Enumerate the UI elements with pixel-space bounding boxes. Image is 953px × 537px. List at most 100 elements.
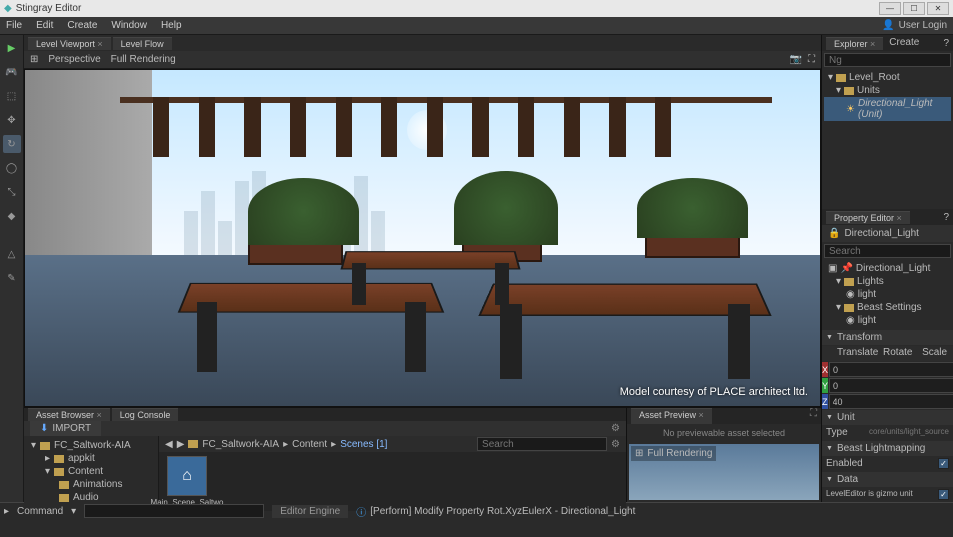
- tab-log-console[interactable]: Log Console: [112, 408, 179, 421]
- editor-engine-button[interactable]: Editor Engine: [272, 505, 348, 518]
- prop-tree-item[interactable]: ▣📌Directional_Light: [824, 262, 951, 275]
- gamepad-tool[interactable]: 🎮: [3, 63, 21, 81]
- statusbar-expand-icon[interactable]: ▸: [4, 506, 9, 517]
- section-label: Data: [837, 474, 858, 485]
- translate-y-input[interactable]: [829, 378, 953, 393]
- viewport-menu-icon[interactable]: ⊞: [30, 54, 38, 65]
- menubar: File Edit Create Window Help 👤 User Logi…: [0, 17, 953, 35]
- tab-asset-preview[interactable]: Asset Preview: [631, 408, 712, 424]
- menu-create[interactable]: Create: [67, 20, 97, 31]
- rotate-tool[interactable]: ↻: [3, 135, 21, 153]
- data-section-header[interactable]: ▼Data: [822, 472, 953, 487]
- tab-level-flow[interactable]: Level Flow: [113, 37, 172, 50]
- status-message: [Perform] Modify Property Rot.XyzEulerX …: [370, 506, 635, 517]
- prop-tree-item[interactable]: ▾Lights: [824, 275, 951, 288]
- col-translate: Translate: [836, 346, 879, 361]
- close-button[interactable]: ✕: [927, 2, 949, 15]
- tab-asset-browser[interactable]: Asset Browser: [28, 408, 110, 421]
- asset-tree[interactable]: ▾FC_Saltwork-AIA ▸appkit ▾Content Animat…: [24, 436, 159, 511]
- explorer-item[interactable]: ▾Level_Root: [824, 71, 951, 84]
- tree-item[interactable]: ▾FC_Saltwork-AIA: [27, 439, 155, 452]
- tree-label: appkit: [68, 453, 95, 464]
- breadcrumb-item[interactable]: FC_Saltwork-AIA: [202, 439, 279, 450]
- property-search-input[interactable]: [824, 244, 951, 258]
- paint-tool[interactable]: ✎: [3, 269, 21, 287]
- tab-explorer[interactable]: Explorer: [826, 37, 883, 50]
- viewport-mode-dropdown[interactable]: Perspective: [48, 54, 100, 65]
- import-button[interactable]: ⬇ IMPORT: [30, 421, 101, 436]
- minimize-button[interactable]: —: [879, 2, 901, 15]
- prop-tree-item[interactable]: ◉light: [824, 314, 951, 327]
- user-login-button[interactable]: 👤 User Login: [882, 20, 947, 31]
- beast-enabled-label: Enabled: [826, 458, 863, 469]
- preview-menu-icon[interactable]: ⊞: [635, 448, 643, 459]
- screenshot-tool[interactable]: ◯: [3, 159, 21, 177]
- camera-icon[interactable]: 📷: [790, 54, 802, 65]
- explorer-search-input[interactable]: [824, 53, 951, 67]
- unit-section-header[interactable]: ▼Unit: [822, 410, 953, 425]
- preview-viewport[interactable]: ⊞ Full Rendering: [629, 444, 819, 500]
- nav-back-icon[interactable]: ◀: [165, 439, 173, 450]
- menu-help[interactable]: Help: [161, 20, 182, 31]
- maximize-button[interactable]: ☐: [903, 2, 925, 15]
- tree-item[interactable]: ▸appkit: [27, 452, 155, 465]
- explorer-label: Units: [857, 85, 880, 96]
- menu-file[interactable]: File: [6, 20, 22, 31]
- tree-label: Content: [68, 466, 103, 477]
- translate-z-input[interactable]: [829, 394, 953, 409]
- explorer-create-button[interactable]: Create: [889, 37, 919, 50]
- nav-fwd-icon[interactable]: ▶: [177, 439, 185, 450]
- asset-thumbnail[interactable]: ⌂ Main_Scene_Saltwo: [163, 456, 211, 507]
- help-icon[interactable]: ?: [943, 212, 949, 223]
- tab-level-viewport[interactable]: Level Viewport: [28, 37, 111, 50]
- gizmo-checkbox[interactable]: ✓: [938, 489, 949, 500]
- folder-icon: [59, 494, 69, 502]
- snap-tool[interactable]: △: [3, 245, 21, 263]
- folder-icon: [844, 278, 854, 286]
- tree-item[interactable]: ▾Content: [27, 465, 155, 478]
- viewport-expand-icon[interactable]: ⛶: [808, 54, 815, 65]
- scale-tool[interactable]: ⤡: [3, 183, 21, 201]
- asset-search-input[interactable]: [477, 437, 607, 451]
- lock-icon[interactable]: 🔒: [828, 228, 840, 239]
- select-tool[interactable]: ⬚: [3, 87, 21, 105]
- beast-section-header[interactable]: ▼Beast Lightmapping: [822, 441, 953, 456]
- explorer-item[interactable]: ▾Units: [824, 84, 951, 97]
- translate-x-input[interactable]: [829, 362, 953, 377]
- menu-window[interactable]: Window: [111, 20, 147, 31]
- pin-icon: 📌: [840, 263, 852, 274]
- unit-type-label: Type: [826, 427, 848, 438]
- axis-y-label: Y: [822, 378, 828, 393]
- view-settings-icon[interactable]: ⚙: [611, 439, 620, 450]
- tree-item[interactable]: Animations: [27, 478, 155, 491]
- marker-tool[interactable]: ◆: [3, 207, 21, 225]
- preview-rendering-dropdown[interactable]: Full Rendering: [647, 448, 712, 459]
- folder-icon: [844, 304, 854, 312]
- app-title: Stingray Editor: [16, 3, 82, 14]
- prop-tree-item[interactable]: ◉light: [824, 288, 951, 301]
- preview-message: No previewable asset selected: [627, 424, 821, 442]
- viewport-rendering-dropdown[interactable]: Full Rendering: [111, 54, 176, 65]
- titlebar: ◆ Stingray Editor — ☐ ✕: [0, 0, 953, 17]
- breadcrumb-item[interactable]: Scenes [1]: [340, 439, 387, 450]
- explorer-item-selected[interactable]: ☀Directional_Light (Unit): [824, 97, 951, 121]
- breadcrumb-item[interactable]: Content: [292, 439, 327, 450]
- tree-label: Animations: [73, 479, 122, 490]
- prop-tree-item[interactable]: ▾Beast Settings: [824, 301, 951, 314]
- property-object-name: Directional_Light: [844, 228, 919, 239]
- command-input[interactable]: [84, 504, 264, 518]
- move-tool[interactable]: ✥: [3, 111, 21, 129]
- explorer-tree[interactable]: ▾Level_Root ▾Units ☀Directional_Light (U…: [822, 69, 953, 123]
- preview-expand-icon[interactable]: ⛶: [810, 408, 817, 424]
- play-button[interactable]: ▶: [3, 39, 21, 57]
- folder-icon: [836, 74, 846, 82]
- tab-property-editor[interactable]: Property Editor: [826, 211, 910, 224]
- help-icon[interactable]: ?: [943, 38, 949, 49]
- menu-edit[interactable]: Edit: [36, 20, 53, 31]
- transform-section-header[interactable]: ▼Transform: [822, 330, 953, 345]
- asset-browser-settings-icon[interactable]: ⚙: [611, 423, 620, 434]
- viewport-3d[interactable]: Model courtesy of PLACE architect ltd.: [24, 69, 821, 407]
- viewport-tabs: Level Viewport Level Flow: [24, 35, 821, 51]
- tree-item[interactable]: Audio: [27, 491, 155, 504]
- beast-enabled-checkbox[interactable]: ✓: [938, 458, 949, 469]
